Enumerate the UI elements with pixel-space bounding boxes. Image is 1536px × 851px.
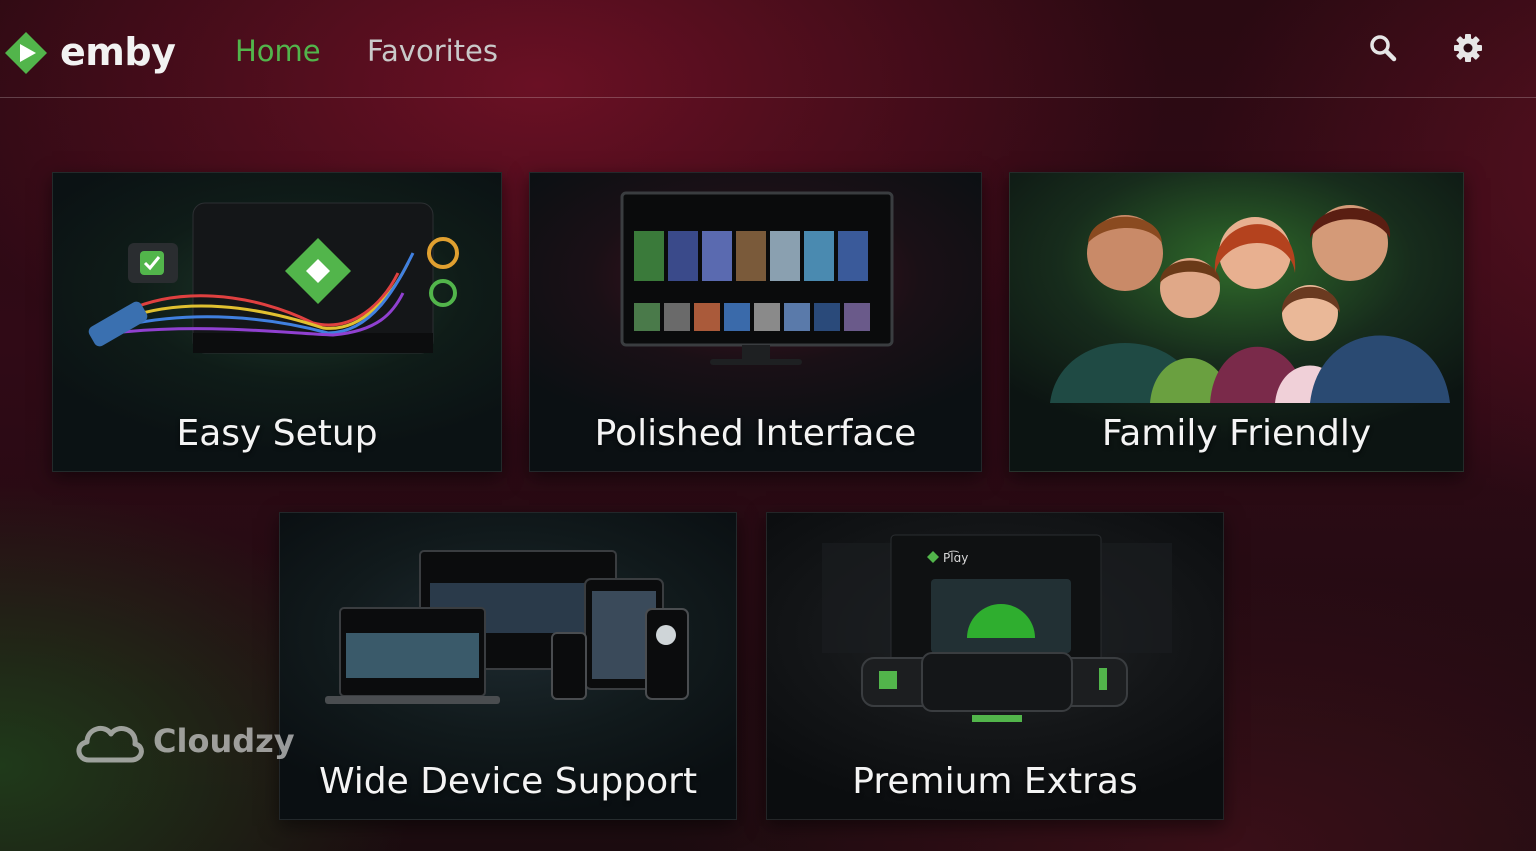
tile-easy-setup[interactable]: Easy Setup [52, 172, 502, 472]
gear-icon[interactable] [1452, 32, 1484, 64]
cloud-icon [76, 725, 144, 763]
tile-label: Wide Device Support [318, 761, 698, 802]
tile-wide-device-support[interactable]: Wide Device Support [279, 512, 737, 820]
emby-play-icon [5, 32, 47, 74]
premium-screen-logo: Pl͡ɑy [943, 550, 968, 565]
tile-label: Polished Interface [594, 413, 917, 454]
setup-device-illustration [88, 202, 459, 354]
tile-polished-interface[interactable]: Polished Interface [529, 172, 982, 472]
tile-family-friendly[interactable]: Family Friendly [1009, 172, 1464, 472]
emby-logo[interactable]: emby [4, 28, 176, 76]
nav-favorites-tab[interactable]: Favorites [367, 34, 498, 68]
tile-label: Premium Extras [852, 761, 1138, 802]
search-icon[interactable] [1367, 32, 1399, 64]
tv-interface-illustration [620, 191, 894, 365]
tile-premium-extras[interactable]: Pl͡ɑy Premium Extras [766, 512, 1224, 820]
logo-text: emby [60, 30, 176, 74]
watermark-text: Cloudzy [153, 722, 295, 760]
tile-label: Easy Setup [176, 413, 378, 454]
nav-home-tab[interactable]: Home [235, 34, 321, 68]
top-bar: emby Home Favorites [0, 0, 1536, 98]
devices-illustration [325, 550, 689, 704]
family-photo [1050, 205, 1450, 403]
cloudzy-watermark: Cloudzy [73, 718, 295, 766]
premium-controller-illustration: Pl͡ɑy [822, 534, 1172, 722]
tile-label: Family Friendly [1101, 413, 1372, 454]
